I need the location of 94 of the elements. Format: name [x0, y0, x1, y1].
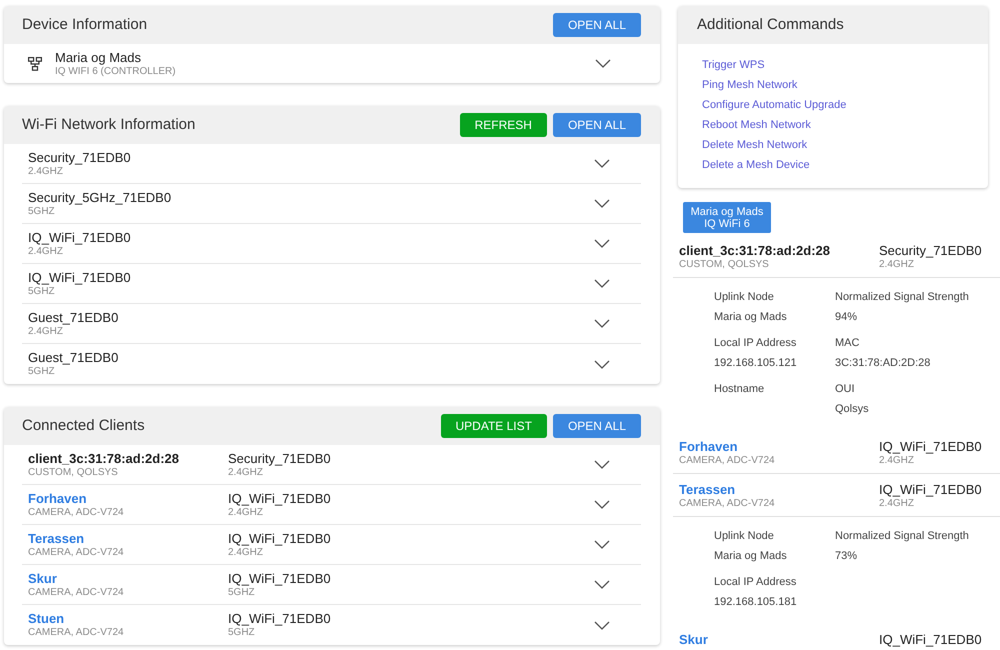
client-network: IQ_WiFi_71EDB0 [228, 530, 331, 546]
command-link[interactable]: Ping Mesh Network [702, 75, 798, 95]
frequency-label: 2.4GHZ [879, 259, 914, 271]
client-network: Security_71EDB0 [228, 450, 331, 466]
detail-label: Local IP Address [714, 575, 796, 590]
detail-label: Hostname [714, 382, 764, 397]
detail-label: Local IP Address [714, 336, 796, 351]
client-network: IQ_WiFi_71EDB0 [228, 570, 331, 586]
client-description: CAMERA, ADC-V724 [679, 455, 775, 467]
open-all-button[interactable]: OPEN ALL [552, 113, 641, 137]
action-button[interactable]: UPDATE LIST [440, 414, 547, 438]
detail-label: Uplink Node [714, 290, 774, 305]
client-network: IQ_WiFi_71EDB0 [879, 632, 982, 648]
network-name: Security_71EDB0 [28, 150, 131, 166]
command-link[interactable]: Trigger WPS [702, 55, 765, 75]
detail-value: Maria og Mads [714, 310, 787, 325]
network-name: IQ_WiFi_71EDB0 [28, 270, 131, 286]
detail-label: OUI [835, 382, 855, 397]
panel-title: Device Information [22, 14, 148, 35]
chevron-icon[interactable] [594, 239, 610, 248]
open-all-button[interactable]: OPEN ALL [552, 414, 641, 438]
client-name-link[interactable]: Skur [679, 632, 708, 648]
chevron-icon[interactable] [595, 59, 611, 68]
client-name-link[interactable]: Skur [28, 570, 57, 586]
client-description: CUSTOM, QOLSYS [28, 466, 118, 478]
network-name: Guest_71EDB0 [28, 350, 118, 366]
client-name-link[interactable]: Terassen [28, 530, 84, 546]
frequency-label: 2.4GHZ [879, 498, 914, 510]
frequency-label: 2.4GHZ [228, 466, 264, 478]
action-button[interactable]: REFRESH [460, 113, 547, 137]
network-icon [28, 56, 42, 70]
frequency-label: 5GHZ [28, 206, 55, 218]
client-description: CAMERA, ADC-V724 [28, 586, 124, 598]
client-description: CAMERA, ADC-V724 [679, 498, 775, 510]
client-description: CUSTOM, QOLSYS [679, 259, 769, 271]
client-description: CAMERA, ADC-V724 [28, 506, 124, 518]
frequency-label: 2.4GHZ [879, 455, 914, 467]
chevron-icon[interactable] [594, 360, 610, 368]
frequency-label: 2.4GHZ [228, 546, 264, 558]
client-network: IQ_WiFi_71EDB0 [228, 490, 331, 506]
chevron-icon[interactable] [594, 540, 610, 549]
command-link[interactable]: Reboot Mesh Network [702, 115, 811, 135]
detail-label: Normalized Signal Strength [835, 529, 969, 544]
frequency-label: 5GHZ [28, 366, 55, 378]
client-name-link[interactable]: Terassen [679, 482, 736, 498]
client-network: IQ_WiFi_71EDB0 [879, 482, 982, 498]
network-name: IQ_WiFi_71EDB0 [28, 230, 131, 246]
chevron-icon[interactable] [594, 319, 610, 328]
client-name: client_3c:31:78:ad:2d:28 [28, 450, 180, 466]
network-name: Guest_71EDB0 [28, 310, 118, 326]
chevron-icon[interactable] [594, 500, 610, 509]
chevron-icon[interactable] [594, 159, 610, 168]
detail-value: 94% [835, 310, 858, 325]
chevron-icon[interactable] [594, 580, 610, 589]
detail-label: MAC [835, 336, 860, 351]
chevron-icon[interactable] [594, 460, 610, 469]
detail-value: 3C:31:78:AD:2D:28 [835, 356, 930, 371]
client-network: IQ_WiFi_71EDB0 [879, 439, 982, 455]
node-button[interactable]: Maria og Mads IQ WiFi 6 [683, 202, 771, 233]
detail-label: Normalized Signal Strength [835, 290, 969, 305]
client-network: Security_71EDB0 [879, 243, 982, 259]
command-link[interactable]: Delete a Mesh Device [702, 155, 810, 175]
frequency-label: 5GHZ [228, 586, 255, 598]
frequency-label: 5GHZ [28, 286, 55, 298]
detail-label: Uplink Node [714, 529, 774, 544]
detail-value: Qolsys [835, 402, 869, 417]
panel-title: Wi-Fi Network Information [22, 114, 196, 135]
device-model: IQ WIFI 6 (CONTROLLER) [55, 66, 176, 78]
device-name: Maria og Mads [55, 50, 141, 66]
frequency-label: 2.4GHZ [228, 506, 264, 518]
frequency-label: 2.4GHZ [28, 326, 64, 338]
client-name-link[interactable]: Forhaven [28, 490, 87, 506]
open-all-button[interactable]: OPEN ALL [552, 13, 641, 37]
client-network: IQ_WiFi_71EDB0 [228, 611, 331, 627]
detail-value: 192.168.105.121 [714, 356, 797, 371]
command-link[interactable]: Delete Mesh Network [702, 135, 808, 155]
client-description: CAMERA, ADC-V724 [28, 546, 124, 558]
client-name: client_3c:31:78:ad:2d:28 [679, 243, 830, 259]
client-name-link[interactable]: Stuen [28, 611, 64, 627]
command-link[interactable]: Configure Automatic Upgrade [702, 95, 846, 115]
network-name: Security_5GHz_71EDB0 [28, 190, 172, 206]
detail-value: 192.168.105.181 [714, 595, 797, 610]
frequency-label: 2.4GHZ [28, 166, 64, 178]
panel-title: Connected Clients [22, 416, 145, 436]
detail-value: Maria og Mads [714, 549, 787, 564]
frequency-label: 5GHZ [228, 627, 255, 639]
detail-value: 73% [835, 549, 858, 564]
panel-title: Additional Commands [697, 14, 844, 35]
chevron-icon[interactable] [594, 620, 610, 630]
client-description: CAMERA, ADC-V724 [28, 627, 124, 639]
frequency-label: 2.4GHZ [28, 246, 64, 258]
chevron-icon[interactable] [594, 279, 610, 288]
client-name-link[interactable]: Forhaven [679, 439, 738, 455]
chevron-icon[interactable] [594, 199, 610, 208]
